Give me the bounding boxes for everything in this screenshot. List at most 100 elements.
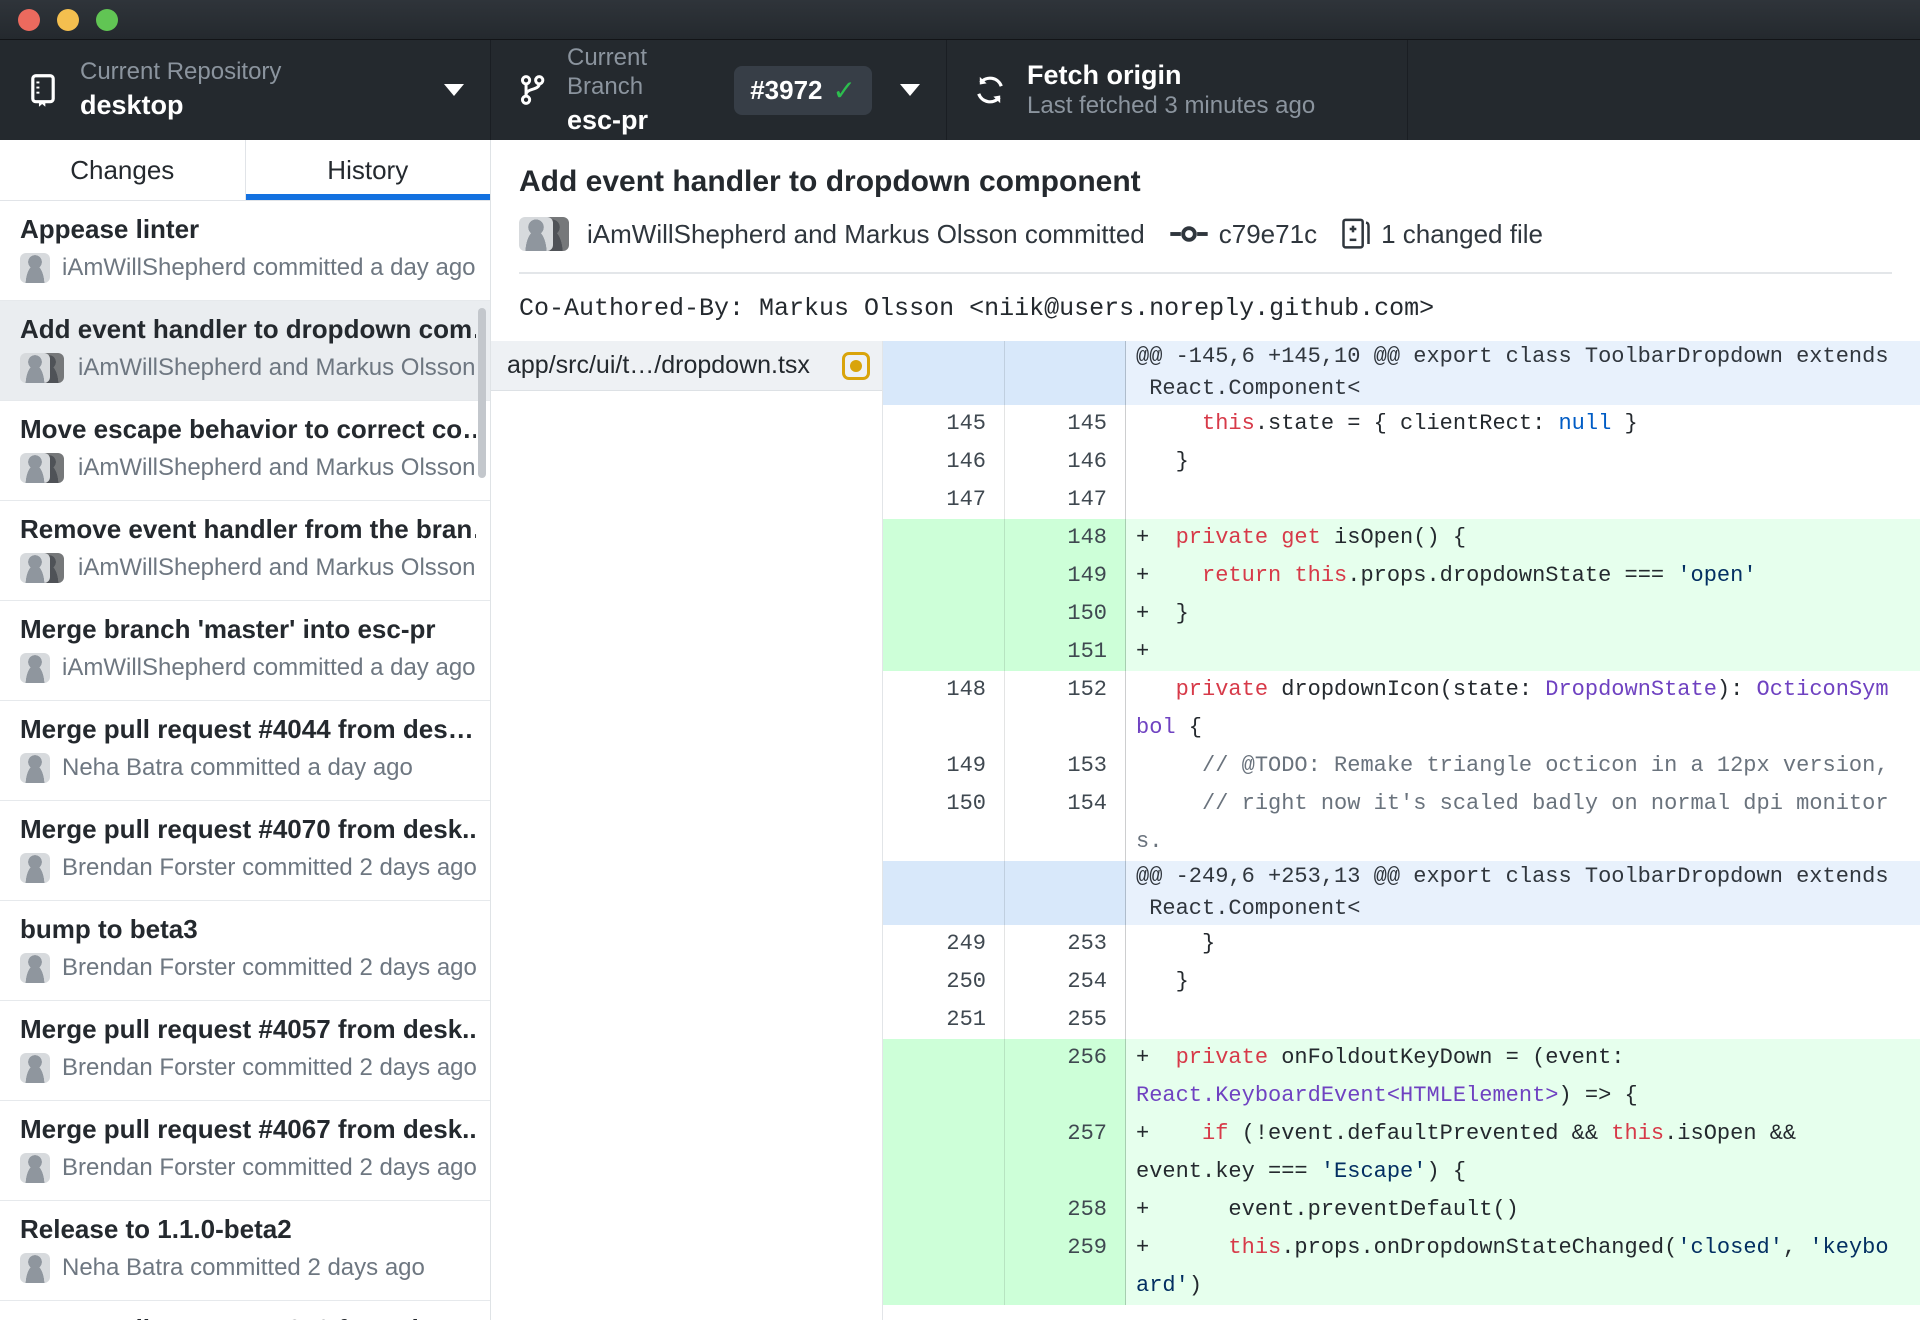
code-line: private dropdownIcon(state: DropdownStat… (1126, 671, 1920, 747)
commit-list-item[interactable]: Merge pull request #4044 from des… Neha B… (0, 701, 490, 801)
current-branch-button[interactable]: Current Branch esc-pr #3972 ✓ (491, 40, 947, 140)
avatar (20, 853, 50, 883)
commit-list: Appease linter iAmWillShepherd committed … (0, 201, 490, 1320)
sync-icon (973, 73, 1007, 107)
new-line-number: 253 (1005, 925, 1126, 963)
tab-changes[interactable]: Changes (0, 140, 245, 200)
avatar (20, 753, 50, 783)
commit-summary: bump to beta3 (20, 914, 198, 944)
commit-summary: Merge pull request #4044 from des… (20, 714, 474, 744)
commit-list-item[interactable]: Merge pull request #4070 from desk.. Bren… (0, 801, 490, 901)
history-sidebar: Changes History Appease linter iAmWillShe… (0, 140, 491, 1320)
current-repository-button[interactable]: Current Repository desktop (0, 40, 491, 140)
current-branch-label: Current Branch (567, 44, 648, 100)
commit-byline-text: Brendan Forster committed 2 days ago (62, 954, 476, 981)
code-line: + event.preventDefault() (1126, 1191, 1920, 1229)
fetch-origin-button[interactable]: Fetch origin Last fetched 3 minutes ago (947, 40, 1408, 140)
commit-list-item[interactable]: Release to 1.1.0-beta2 Neha Batra committ… (0, 1201, 490, 1301)
avatar (20, 453, 50, 483)
commit-list-item[interactable]: Remove event handler from the bran… iAmWi… (0, 501, 490, 601)
new-line-number: 146 (1005, 443, 1126, 481)
new-line-number (1005, 861, 1126, 925)
current-repository-value: desktop (80, 90, 184, 121)
diff-hunk-header: @@ -249,6 +253,13 @@ export class Toolba… (883, 861, 1920, 925)
avatar (20, 1053, 50, 1083)
old-line-number (883, 1229, 1005, 1305)
commit-list-item[interactable]: Merge pull request #4073 from des… (0, 1301, 490, 1320)
commit-summary: Add event handler to dropdown com… (20, 314, 476, 344)
commit-byline: Brendan Forster committed 2 days ago (20, 1053, 476, 1083)
diff-line: 148 + private get isOpen() { (883, 519, 1920, 557)
new-line-number: 259 (1005, 1229, 1126, 1305)
commit-byline-text: Brendan Forster committed 2 days ago (62, 1054, 476, 1081)
close-window-button[interactable] (18, 8, 40, 31)
minimize-window-button[interactable] (57, 8, 79, 31)
diff-workspace: app/src/ui/t…/dropdown.tsx @@ -145,6 +14… (491, 341, 1920, 1320)
avatar (20, 653, 50, 683)
avatar (20, 953, 50, 983)
tab-history[interactable]: History (244, 140, 491, 200)
commit-list-item[interactable]: Appease linter iAmWillShepherd committed … (0, 201, 490, 301)
commit-list-item[interactable]: Merge pull request #4057 from desk.. Bren… (0, 1001, 490, 1101)
diff-line: 145 145 this.state = { clientRect: null } (883, 405, 1920, 443)
commit-byline-text: iAmWillShepherd committed a day ago (62, 654, 476, 681)
commit-list-item[interactable]: Add event handler to dropdown com… iAmWil… (0, 301, 490, 401)
diff-line: 256 + private onFoldoutKeyDown = (event: … (883, 1039, 1920, 1115)
chevron-down-icon (900, 84, 920, 96)
commit-byline: iAmWillShepherd and Markus Olsson… (20, 553, 476, 583)
avatar (519, 217, 553, 251)
new-line-number: 147 (1005, 481, 1126, 519)
commit-byline: iAmWillShepherd and Markus Olsson… (20, 353, 476, 383)
code-line: } (1126, 925, 1920, 963)
commit-list-item[interactable]: bump to beta3 Brendan Forster committed 2… (0, 901, 490, 1001)
diff-line: 146 146 } (883, 443, 1920, 481)
changed-files-count: 1 changed file (1381, 218, 1543, 249)
diff-line: 151 + (883, 633, 1920, 671)
old-line-number (883, 341, 1005, 405)
code-line (1126, 1001, 1920, 1039)
code-line: + private get isOpen() { (1126, 519, 1920, 557)
repo-icon (26, 73, 60, 107)
commit-list-item[interactable]: Move escape behavior to correct co… iAmWi… (0, 401, 490, 501)
new-line-number (1005, 341, 1126, 405)
diff-file-icon (1341, 217, 1371, 251)
pr-check-passed-icon: ✓ (832, 74, 856, 106)
new-line-number: 149 (1005, 557, 1126, 595)
commit-list-item[interactable]: Merge pull request #4067 from desk.. Bren… (0, 1101, 490, 1201)
commit-byline: Neha Batra committed a day ago (20, 753, 476, 783)
changed-files-panel: app/src/ui/t…/dropdown.tsx (491, 341, 883, 1320)
avatar-stack (20, 553, 66, 583)
diff-line: 148 152 private dropdownIcon(state: Dropd… (883, 671, 1920, 747)
github-desktop-window: { "colors": { "accent_blue": "#1371e0", … (0, 0, 1920, 1320)
diff-view: @@ -145,6 +145,10 @@ export class Toolba… (883, 341, 1920, 1320)
sidebar-scrollbar-thumb[interactable] (478, 308, 486, 478)
commit-header: Add event handler to dropdown component … (491, 140, 1920, 274)
commit-byline-text: Neha Batra committed 2 days ago (62, 1254, 425, 1281)
code-line: } (1126, 443, 1920, 481)
pull-request-badge[interactable]: #3972 ✓ (734, 65, 872, 115)
new-line-number: 148 (1005, 519, 1126, 557)
committers-text: iAmWillShepherd and Markus Olsson commit… (587, 218, 1145, 249)
commit-list-item[interactable]: Merge branch 'master' into esc-pr iAmWill… (0, 601, 490, 701)
old-line-number: 148 (883, 671, 1005, 747)
new-line-number: 152 (1005, 671, 1126, 747)
file-list-item[interactable]: app/src/ui/t…/dropdown.tsx (491, 341, 882, 391)
commit-byline-text: iAmWillShepherd and Markus Olsson… (78, 554, 476, 581)
avatar (20, 1153, 50, 1183)
commit-meta: iAmWillShepherd and Markus Olsson commit… (519, 214, 1892, 254)
old-line-number (883, 1115, 1005, 1191)
old-line-number (883, 595, 1005, 633)
diff-line: 147 147 (883, 481, 1920, 519)
new-line-number: 258 (1005, 1191, 1126, 1229)
commit-summary: Merge pull request #4067 from desk.. (20, 1114, 476, 1144)
avatar (20, 1253, 50, 1283)
new-line-number: 256 (1005, 1039, 1126, 1115)
old-line-number (883, 861, 1005, 925)
diff-line: 258 + event.preventDefault() (883, 1191, 1920, 1229)
commit-title: Add event handler to dropdown component (519, 165, 1141, 198)
zoom-window-button[interactable] (96, 8, 118, 31)
old-line-number: 145 (883, 405, 1005, 443)
avatar (20, 353, 50, 383)
commit-byline-text: Neha Batra committed a day ago (62, 754, 413, 781)
